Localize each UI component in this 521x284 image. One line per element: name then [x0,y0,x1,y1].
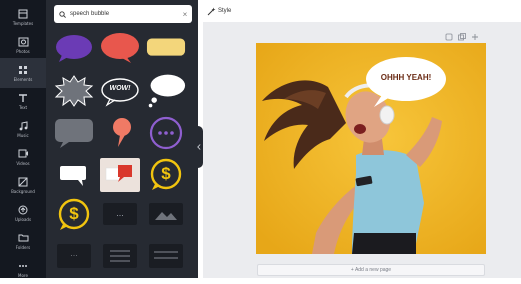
search-input[interactable]: speech bubble × [54,5,192,23]
dollar-text: $ [69,204,79,223]
element-purple-dots-bubble[interactable] [146,116,186,150]
add-page-button[interactable]: + Add a new page [257,264,485,276]
element-dark-dots-bubble[interactable]: ... [100,198,140,232]
rail-item-templates[interactable]: Templates [0,2,46,32]
element-wow-bubble[interactable]: WOW! [100,74,140,108]
video-icon [16,148,30,159]
element-spiky-bubble[interactable] [54,74,94,108]
element-dark-bubble[interactable]: ... [54,240,94,274]
element-coral-bubble[interactable] [100,116,140,150]
rail-label: Text [18,105,28,110]
rail-label: Background [11,189,35,194]
element-red-bubble[interactable] [100,32,140,66]
element-yellow-bubble[interactable] [146,32,186,66]
rail-item-elements[interactable]: Elements [0,58,46,88]
template-icon [16,8,30,19]
element-purple-bubble[interactable] [54,32,94,66]
rail-item-photos[interactable]: Photos [0,30,46,60]
rail-label: Photos [16,49,30,54]
element-white-bubble[interactable] [54,158,94,192]
element-red-white-bubbles[interactable] [100,158,140,192]
wow-text: WOW! [109,85,131,92]
search-query: speech bubble [70,11,110,17]
folder-icon [16,232,30,243]
rail-item-more[interactable]: More [0,254,46,284]
element-dollar-bubble[interactable]: $ [54,198,94,232]
copy-icon[interactable] [457,32,466,41]
rail-label: Folders [15,245,31,250]
rail-label: Uploads [14,217,32,222]
search-icon [59,10,66,18]
magic-wand-icon[interactable] [207,7,216,16]
rail-item-music[interactable]: Music [0,114,46,144]
element-gray-bubble[interactable] [54,116,94,150]
design-page[interactable]: OHHH YEAH! [256,43,486,254]
music-icon [16,120,30,131]
element-dark-list-bubble[interactable] [100,240,140,274]
rail-item-videos[interactable]: Videos [0,142,46,172]
design-bubble-text[interactable]: OHHH YEAH! [366,73,446,82]
more-icon [16,260,30,271]
text-icon [16,92,30,103]
rail-item-background[interactable]: Background [0,170,46,200]
rail-item-folders[interactable]: Folders [0,226,46,256]
chevron-left-icon [197,144,201,150]
element-white-oval-bubble[interactable] [146,74,186,108]
elements-panel: speech bubble × WOW! $ $ ... ... [46,0,198,278]
close-icon[interactable]: × [178,10,192,19]
rail-label: More [18,273,28,278]
note-icon[interactable] [444,32,453,41]
upload-icon [16,204,30,215]
element-dark-image-bubble[interactable] [146,198,186,232]
dots-text: ... [70,248,78,258]
rail-label: Elements [13,77,33,82]
rail-label: Videos [16,161,30,166]
side-rail: Templates Photos Elements Text Music Vid… [0,0,46,278]
element-gold-dollar-bubble[interactable]: $ [146,158,186,192]
background-icon [16,176,30,187]
rail-label: Music [17,133,29,138]
rail-label: Templates [12,21,34,26]
rail-item-text[interactable]: Text [0,86,46,116]
editor-toolbar: Style [203,0,521,22]
dollar-text: $ [161,164,171,183]
panel-collapse-handle[interactable] [195,126,203,168]
style-button[interactable]: Style [218,8,231,14]
rail-item-uploads[interactable]: Uploads [0,198,46,228]
elements-icon [16,64,30,75]
dots-text: ... [116,208,124,218]
add-icon[interactable] [470,32,479,41]
photo-icon [16,36,30,47]
element-dark-lines-bubble[interactable] [146,240,186,274]
